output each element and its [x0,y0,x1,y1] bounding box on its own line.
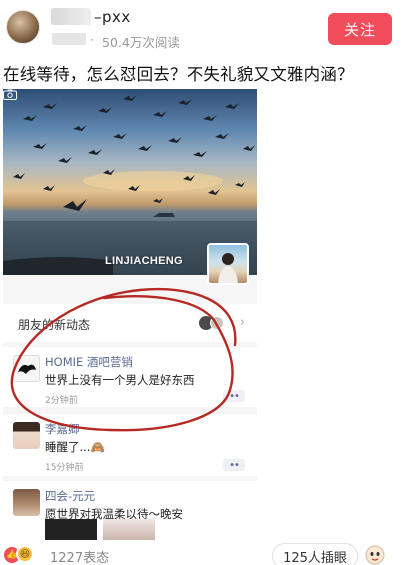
moments-screenshot[interactable]: LINJIACHENG 朋友的新动态 › HOMIE 酒吧营销 世界上没有一个男… [3,89,257,540]
sticker-icon[interactable] [364,545,386,565]
camera-icon[interactable] [3,89,17,100]
more-icon[interactable]: •• [223,390,245,402]
author-avatar[interactable] [6,10,40,44]
read-count: 50.4万次阅读 [102,35,180,50]
post-text: 世界上没有一个男人是好东西 [45,373,195,387]
post-author[interactable]: 四会-元元 [45,488,95,504]
profile-avatar-image [218,253,238,283]
meta-redaction [52,33,86,45]
post-text: 睡醒了...🙈 [45,440,105,454]
friends-feed-label: 朋友的新动态 [18,318,91,332]
post-avatar[interactable] [13,489,40,516]
post-image[interactable] [103,519,155,540]
question-title: 在线等待，怎么怼回去？不失礼貌又文雅内涵？ [3,65,354,84]
profile-avatar[interactable] [207,243,249,285]
author-name-suffix: –pxx [94,8,131,26]
reactions-count[interactable]: 1227表态 [50,547,109,565]
insert-eye-button[interactable]: 125人插眼 [272,543,358,565]
post-image[interactable] [45,519,97,540]
post-author[interactable]: HOMIE 酒吧营销 [45,354,133,370]
post-author[interactable]: 李嘉卿 [45,421,80,437]
bottom-bar: 👍 😆 1227表态 125人插眼 [0,541,402,565]
post-header: –pxx · 50.4万次阅读 关注 [0,0,402,58]
author-name[interactable]: –pxx [52,8,131,26]
post-time: 15分钟前 [45,463,84,473]
post-images [45,519,155,540]
post-avatar[interactable] [13,422,40,449]
chevron-right-icon: › [239,315,245,330]
moment-post: 李嘉卿 睡醒了...🙈 15分钟前 •• [3,414,257,476]
follow-button[interactable]: 关注 [328,13,392,45]
friends-feed-row[interactable]: 朋友的新动态 › [3,304,257,342]
feed-thumb [210,316,224,330]
post-time: 2分钟前 [45,396,78,406]
more-icon[interactable]: •• [223,459,245,471]
cover-username: LINJIACHENG [105,255,183,267]
moment-post: HOMIE 酒吧营销 世界上没有一个男人是好东西 2分钟前 •• [3,347,257,407]
moment-post: 四会-元元 愿世界对我温柔以待～晚安 [3,481,257,540]
post-avatar-image [18,364,36,374]
feed-thumbnails [199,316,225,330]
reaction-icon[interactable]: 😆 [16,545,34,563]
meta-separator: · [90,33,94,47]
post-avatar[interactable] [13,355,40,382]
